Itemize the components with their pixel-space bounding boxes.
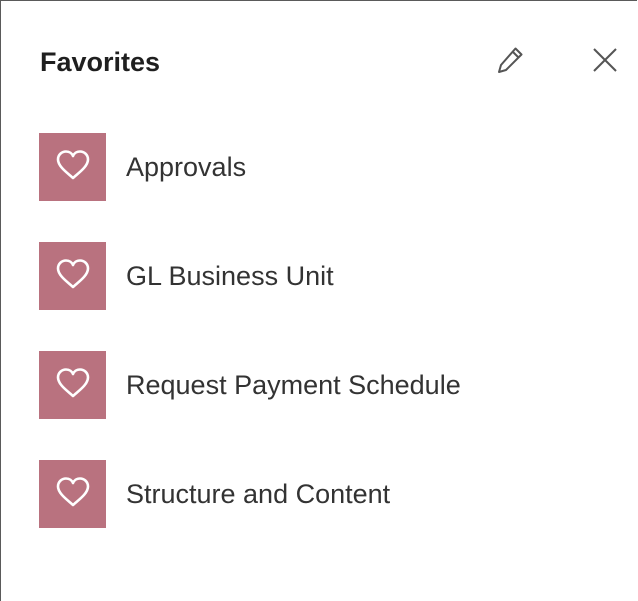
favorite-item-request-payment-schedule[interactable]: Request Payment Schedule — [39, 351, 629, 419]
favorite-tile — [39, 460, 106, 528]
favorite-item-approvals[interactable]: Approvals — [39, 133, 629, 201]
panel-title: Favorites — [40, 47, 161, 77]
favorites-panel: Favorites Approvals GL Business Unit Req… — [0, 0, 637, 601]
heart-icon — [55, 476, 91, 513]
favorite-label: GL Business Unit — [126, 261, 334, 291]
heart-icon — [55, 149, 91, 186]
favorite-tile — [39, 133, 106, 201]
pencil-icon — [495, 45, 525, 80]
panel-header: Favorites — [1, 1, 637, 121]
favorite-label: Structure and Content — [126, 479, 391, 509]
favorite-item-structure-and-content[interactable]: Structure and Content — [39, 460, 629, 528]
edit-favorites-button[interactable] — [490, 42, 530, 82]
favorite-label: Approvals — [126, 152, 247, 182]
heart-icon — [55, 367, 91, 404]
close-icon — [592, 47, 618, 78]
close-button[interactable] — [585, 42, 625, 82]
favorite-tile — [39, 242, 106, 310]
favorite-tile — [39, 351, 106, 419]
favorite-item-gl-business-unit[interactable]: GL Business Unit — [39, 242, 629, 310]
heart-icon — [55, 258, 91, 295]
favorites-list: Approvals GL Business Unit Request Payme… — [39, 133, 629, 569]
favorite-label: Request Payment Schedule — [126, 370, 461, 400]
